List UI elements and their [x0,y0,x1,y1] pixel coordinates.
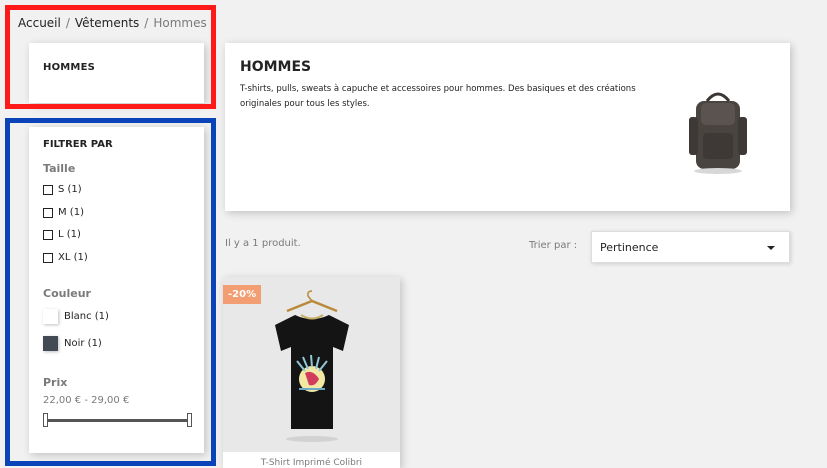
highlight-box-red [5,5,216,109]
sort-label: Trier par : [529,240,578,251]
product-count: Il y a 1 produit. [225,238,301,249]
category-description: T-shirts, pulls, sweats à capuche et acc… [240,84,636,109]
sort-select-value: Pertinence [600,240,659,254]
product-name[interactable]: T-Shirt Imprimé Colibri [223,458,400,468]
highlight-box-blue [5,118,216,466]
backpack-image [689,92,747,174]
category-title: HOMMES [240,59,312,75]
caret-down-icon [767,246,775,250]
sort-select[interactable]: Pertinence [591,231,790,263]
product-card[interactable]: -20% T-Shirt Imprimé Colibri [223,277,400,468]
category-header: HOMMES T-shirts, pulls, sweats à capuche… [225,43,790,211]
tshirt-image [275,290,349,442]
discount-badge: -20% [223,285,262,304]
